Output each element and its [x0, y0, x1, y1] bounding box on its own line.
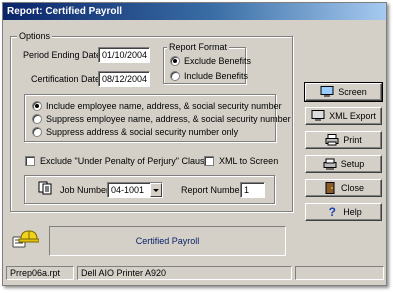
include-benefits-radio[interactable]	[170, 71, 180, 81]
door-icon	[323, 182, 337, 194]
job-number-label: Job Number:	[60, 185, 112, 195]
export-monitor-icon	[311, 110, 325, 122]
include-employee-info-radio[interactable]	[32, 101, 42, 111]
window-title: Report: Certified Payroll	[7, 6, 123, 17]
include-benefits-label[interactable]: Include Benefits	[184, 70, 248, 82]
screen-button[interactable]: Screen	[304, 82, 383, 102]
status-printer: Dell AIO Printer A920	[77, 266, 292, 280]
exclude-benefits-label[interactable]: Exclude Benefits	[184, 55, 251, 67]
printer-icon	[325, 134, 339, 146]
job-number-dropdown-button[interactable]	[150, 183, 162, 197]
report-format-legend: Report Format	[167, 41, 230, 53]
status-file: Prrep06a.rpt	[6, 266, 74, 280]
hard-hat-icon	[11, 229, 40, 249]
question-mark-icon: ?	[328, 205, 336, 219]
print-button[interactable]: Print	[305, 131, 382, 149]
exclude-perjury-checkbox[interactable]	[25, 156, 35, 166]
period-ending-date-input[interactable]: 01/10/2004	[98, 47, 150, 63]
printer-setup-icon	[323, 158, 337, 170]
suppress-employee-info-radio[interactable]	[32, 114, 42, 124]
exclude-perjury-label[interactable]: Exclude "Under Penalty of Perjury" Claus…	[40, 155, 209, 167]
xml-export-button[interactable]: XML Export	[305, 107, 382, 125]
setup-button-label: Setup	[340, 159, 365, 169]
xml-to-screen-checkbox[interactable]	[204, 156, 214, 166]
suppress-address-ssn-label[interactable]: Suppress address & social security numbe…	[46, 126, 238, 138]
report-number-label: Report Number:	[181, 185, 246, 195]
xml-to-screen-label[interactable]: XML to Screen	[219, 155, 278, 167]
report-name-panel: Certified Payroll	[49, 226, 286, 256]
screen-button-label: Screen	[338, 87, 367, 97]
period-ending-label: Period Ending Date:	[23, 50, 104, 60]
options-legend: Options	[17, 30, 53, 42]
close-button[interactable]: Close	[305, 179, 382, 197]
print-button-label: Print	[343, 135, 362, 145]
report-window: Report: Certified Payroll Options Period…	[2, 2, 387, 286]
suppress-employee-info-label[interactable]: Suppress employee name, address, & socia…	[46, 113, 291, 125]
close-button-label: Close	[340, 183, 364, 193]
exclude-benefits-radio[interactable]	[170, 56, 180, 66]
monitor-icon	[320, 86, 334, 98]
copy-pages-icon	[38, 181, 53, 195]
help-button-label: Help	[343, 207, 362, 217]
setup-button[interactable]: Setup	[305, 155, 382, 173]
xml-export-button-label: XML Export	[329, 111, 376, 121]
help-button[interactable]: ? Help	[305, 203, 382, 221]
certification-date-input[interactable]: 08/12/2004	[98, 71, 150, 87]
include-employee-info-label[interactable]: Include employee name, address, & social…	[46, 100, 282, 112]
title-bar: Report: Certified Payroll	[3, 3, 386, 20]
report-number-input[interactable]: 1	[240, 182, 265, 198]
suppress-address-ssn-radio[interactable]	[32, 127, 42, 137]
certification-date-label: Certification Date:	[31, 74, 103, 84]
status-empty	[295, 266, 384, 280]
report-name-text: Certified Payroll	[135, 236, 200, 246]
